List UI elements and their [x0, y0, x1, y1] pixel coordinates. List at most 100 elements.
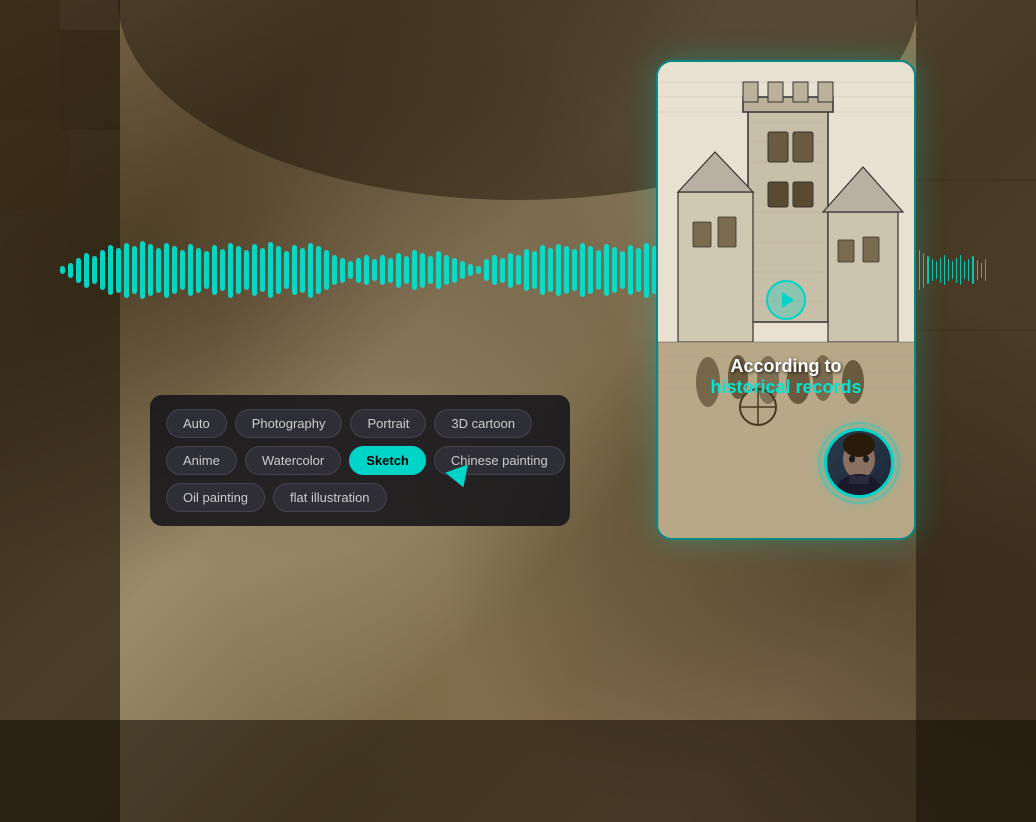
avatar-circle — [824, 428, 894, 498]
wave-bar — [92, 256, 97, 284]
style-btn-portrait[interactable]: Portrait — [350, 409, 426, 438]
wave-bar-right — [968, 259, 969, 281]
wave-bar — [644, 243, 649, 298]
wave-bar — [428, 256, 433, 284]
wave-bar — [468, 264, 473, 276]
wave-bar — [100, 250, 105, 290]
wave-bar — [412, 250, 417, 290]
wave-bar-right — [944, 255, 945, 285]
avatar-image — [827, 431, 891, 495]
wave-bar — [396, 253, 401, 288]
wave-bar — [260, 248, 265, 292]
wave-bar — [612, 247, 617, 293]
wave-bar — [124, 243, 129, 298]
wave-bar — [596, 250, 601, 290]
wave-bar — [372, 259, 377, 281]
wave-bar — [60, 266, 65, 274]
wave-bar — [308, 243, 313, 298]
wave-bar-right — [985, 259, 986, 281]
wave-bar — [292, 245, 297, 295]
wave-bar — [524, 249, 529, 291]
wave-bar-right — [936, 261, 937, 279]
wave-bar — [548, 248, 553, 292]
phone-content: According to historical records — [658, 62, 914, 538]
style-row-2: Anime Watercolor Sketch Chinese painting — [166, 446, 554, 475]
wave-bar — [108, 245, 113, 295]
wave-bar — [228, 243, 233, 298]
style-btn-flat-illustration[interactable]: flat illustration — [273, 483, 386, 512]
style-row-1: Auto Photography Portrait 3D cartoon — [166, 409, 554, 438]
wave-bar — [404, 256, 409, 284]
style-row-3: Oil painting flat illustration — [166, 483, 554, 512]
wave-bar — [212, 245, 217, 295]
caption-line2: historical records — [658, 377, 914, 398]
wave-bar — [276, 246, 281, 294]
wave-bar-right — [923, 253, 924, 288]
wave-bar — [540, 245, 545, 295]
wave-bar — [164, 243, 169, 298]
wave-bar — [388, 258, 393, 283]
wave-bar-right — [981, 263, 982, 278]
wave-bar — [268, 242, 273, 298]
wave-bar — [300, 248, 305, 293]
wave-bar — [68, 263, 73, 278]
style-btn-anime[interactable]: Anime — [166, 446, 237, 475]
style-btn-sketch[interactable]: Sketch — [349, 446, 426, 475]
wave-bar-right — [932, 259, 933, 281]
wave-bar — [620, 251, 625, 289]
wave-bar — [204, 251, 209, 289]
style-btn-oil-painting[interactable]: Oil painting — [166, 483, 265, 512]
wave-bar — [492, 255, 497, 285]
wave-bar-right — [927, 256, 928, 284]
wave-bar — [508, 253, 513, 288]
wave-bar-right — [964, 261, 965, 279]
wave-bar-right — [972, 256, 973, 284]
wave-bar-right — [977, 260, 978, 280]
wave-bar — [332, 255, 337, 285]
wave-bar — [420, 253, 425, 288]
wave-bar — [580, 243, 585, 297]
wave-bar — [556, 244, 561, 296]
wave-bar — [516, 255, 521, 285]
wave-bar — [244, 250, 249, 290]
wave-bar-right — [940, 258, 941, 283]
wave-bar — [172, 246, 177, 294]
style-btn-watercolor[interactable]: Watercolor — [245, 446, 341, 475]
style-panel: Auto Photography Portrait 3D cartoon Ani… — [150, 395, 570, 526]
wave-bar — [132, 246, 137, 294]
wave-bar — [636, 248, 641, 292]
wave-bar-right — [919, 250, 920, 290]
style-btn-photography[interactable]: Photography — [235, 409, 343, 438]
wave-bar — [148, 244, 153, 296]
wave-bar — [252, 244, 257, 296]
wave-bar — [188, 244, 193, 296]
wave-bar — [500, 258, 505, 283]
wave-bar — [604, 244, 609, 296]
wave-bar — [532, 251, 537, 289]
style-btn-cartoon[interactable]: 3D cartoon — [434, 409, 532, 438]
wave-bar — [436, 251, 441, 289]
wave-bar-right — [952, 261, 953, 279]
wave-bar — [452, 258, 457, 283]
wave-bar — [140, 241, 145, 299]
wave-bar — [628, 245, 633, 295]
wave-bar — [220, 249, 225, 291]
wave-bar — [564, 246, 569, 294]
wave-bar — [572, 249, 577, 291]
wave-bar — [348, 261, 353, 279]
wave-bar — [284, 251, 289, 289]
wave-bar — [364, 255, 369, 285]
wave-bar — [180, 250, 185, 290]
wave-bar — [356, 258, 361, 283]
wave-bar-right — [948, 259, 949, 281]
caption-overlay: According to historical records — [658, 356, 914, 398]
wave-bar — [196, 248, 201, 293]
play-button[interactable] — [766, 280, 806, 320]
style-btn-auto[interactable]: Auto — [166, 409, 227, 438]
wave-bar — [84, 253, 89, 288]
wave-bar — [476, 266, 481, 274]
wave-bar — [484, 259, 489, 281]
wave-bar — [340, 258, 345, 283]
phone-mockup: According to historical records — [656, 60, 916, 540]
wave-bar — [460, 261, 465, 279]
